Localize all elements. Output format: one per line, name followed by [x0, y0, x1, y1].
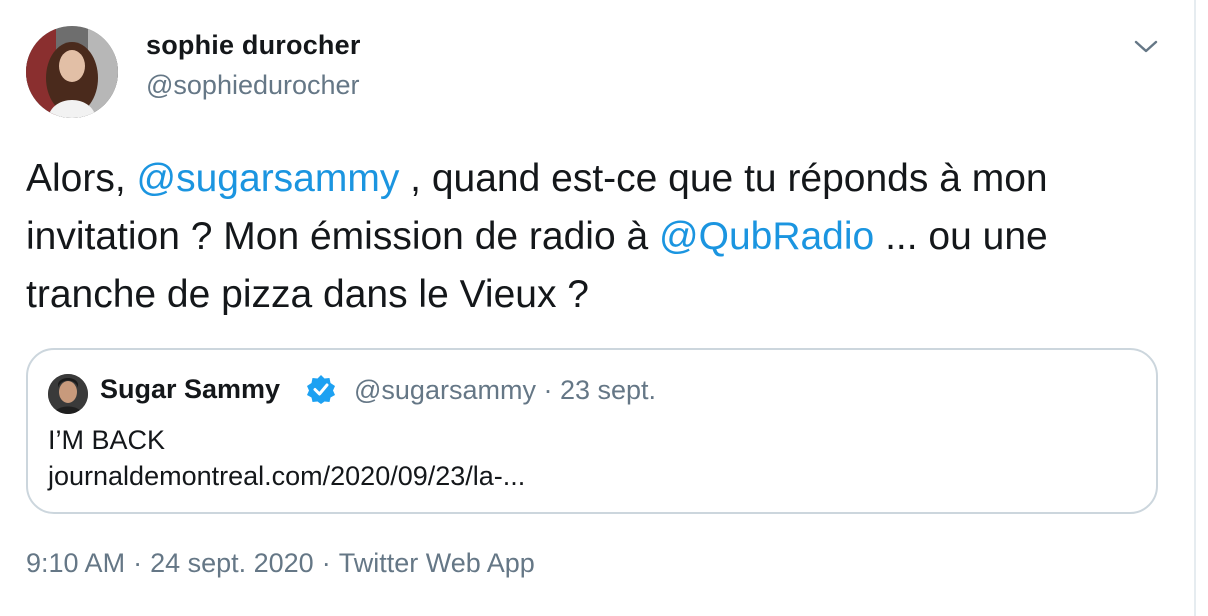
separator: · — [133, 548, 143, 578]
tweet-timestamp-link[interactable]: 9:10 AM · 24 sept. 2020 — [26, 548, 314, 578]
verified-badge-icon — [306, 374, 336, 404]
separator: · — [321, 548, 331, 578]
quoted-text-line: I’M BACK — [48, 425, 166, 455]
tweet-card: sophie durocher @sophiedurocher Alors, @… — [0, 0, 1190, 616]
tweet-footer: 9:10 AM · 24 sept. 2020 · Twitter Web App — [26, 548, 535, 579]
tweet-text-part: Alors, — [26, 157, 137, 200]
quoted-handle-date: @sugarsammy · 23 sept. — [354, 375, 657, 405]
mention-link-sugarsammy[interactable]: @sugarsammy — [137, 157, 400, 200]
quoted-avatar-photo-icon — [48, 374, 88, 414]
author-handle[interactable]: @sophiedurocher — [146, 70, 360, 101]
quoted-tweet-text: I’M BACK journaldemontreal.com/2020/09/2… — [48, 422, 525, 494]
tweet-text: Alors, @sugarsammy , quand est-ce que tu… — [26, 150, 1166, 324]
quoted-author-name: Sugar Sammy — [100, 374, 281, 404]
quoted-author-avatar — [48, 374, 88, 414]
mention-link-qubradio[interactable]: @QubRadio — [659, 215, 874, 258]
author-avatar[interactable] — [26, 26, 118, 118]
quoted-tweet[interactable]: Sugar Sammy @sugarsammy · 23 sept. I’M B… — [26, 348, 1158, 514]
tweet-source-link[interactable]: Twitter Web App — [339, 548, 535, 578]
timeline-divider — [1194, 0, 1196, 616]
author-display-name[interactable]: sophie durocher — [146, 30, 361, 61]
avatar-photo-icon — [26, 26, 118, 118]
tweet-time: 9:10 AM — [26, 548, 126, 578]
chevron-down-icon[interactable] — [1132, 34, 1160, 58]
quoted-link-text: journaldemontreal.com/2020/09/23/la-... — [48, 461, 526, 491]
tweet-date: 24 sept. 2020 — [150, 548, 314, 578]
